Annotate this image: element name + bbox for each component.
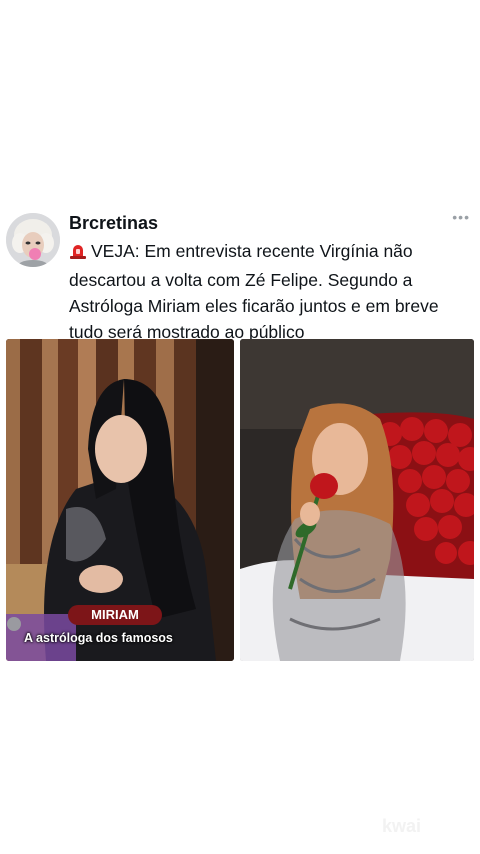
watermark: kwai: [382, 816, 422, 836]
police-light-icon: [69, 241, 87, 267]
avatar[interactable]: [6, 213, 60, 267]
post-body: VEJA: Em entrevista recente Virgínia não…: [69, 241, 439, 342]
more-options-icon[interactable]: •••: [452, 209, 470, 225]
photo-grid[interactable]: MIRIAM A astróloga dos famosos: [6, 339, 474, 661]
post-text: VEJA: Em entrevista recente Virgínia não…: [69, 238, 474, 345]
photo-woman-with-rose[interactable]: [240, 339, 474, 661]
name-badge: MIRIAM: [68, 605, 162, 625]
photo-miriam[interactable]: MIRIAM A astróloga dos famosos: [6, 339, 234, 661]
photo-caption: A astróloga dos famosos: [24, 631, 173, 645]
username[interactable]: Brcretinas: [69, 213, 158, 234]
